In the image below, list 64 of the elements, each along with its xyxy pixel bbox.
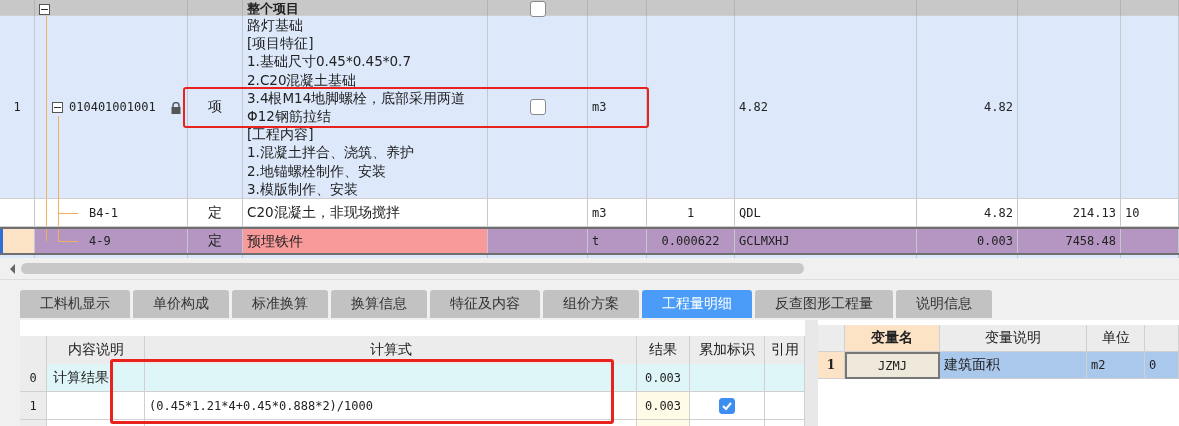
table-cell: 10 <box>1125 205 1140 220</box>
item-code: B4-1 <box>89 205 118 220</box>
row-header[interactable]: 1 <box>0 16 35 199</box>
column-header: 结果 <box>637 336 690 365</box>
unit-cell: m3 <box>592 100 607 114</box>
factor-cell: 1 <box>686 205 695 220</box>
column-header: 累加标识 <box>690 336 765 365</box>
item-description: C20混凝土，非现场搅拌 <box>247 203 400 222</box>
variable-name: JZMJ <box>845 352 940 379</box>
column-header: 变量说明 <box>940 325 1087 352</box>
column-header <box>1145 325 1179 352</box>
item-type: 定 <box>208 203 222 222</box>
column-header <box>20 336 47 365</box>
item-code: 4-9 <box>89 234 111 248</box>
price-cell: 214.13 <box>1072 205 1116 220</box>
column-header: 引用 <box>765 336 805 365</box>
content-description: 计算结果 <box>47 364 145 392</box>
formula-cell: (0.45*1.21*4+0.45*0.888*2)/1000 <box>145 392 637 420</box>
tab[interactable]: 标准换算 <box>232 290 328 318</box>
price-cell: 7458.48 <box>1065 234 1116 248</box>
scrollbar-thumb[interactable] <box>21 263 804 274</box>
column-header: 变量名 <box>845 325 940 352</box>
tab[interactable]: 特征及内容 <box>430 290 540 318</box>
unit-cell: m2 <box>1087 352 1145 379</box>
item-type: 定 <box>208 232 222 250</box>
tab[interactable]: 反查图形工程量 <box>755 290 893 318</box>
quantity-cell: 4.82 <box>984 205 1013 220</box>
result-cell: 0.003 <box>637 364 690 392</box>
tab[interactable]: 说明信息 <box>896 290 992 318</box>
unit-cell: t <box>592 234 600 248</box>
item-code: 010401001001 <box>69 99 157 116</box>
item-description: 预埋铁件 <box>247 231 303 251</box>
checkbox[interactable] <box>529 99 546 115</box>
variable-description: 建筑面积 <box>940 352 1087 379</box>
quantity-cell: 4.82 <box>984 100 1013 114</box>
unit-cell: m3 <box>592 205 607 220</box>
factor-cell: 0.000622 <box>661 234 720 248</box>
scroll-left-icon[interactable] <box>10 263 15 274</box>
tab[interactable]: 组价方案 <box>543 290 639 318</box>
result-cell: 0.003 <box>637 392 690 420</box>
quantity-cell: 0.003 <box>976 234 1013 248</box>
column-header: 内容说明 <box>47 336 145 365</box>
item-type: 项 <box>208 98 222 116</box>
tab[interactable]: 单价构成 <box>133 290 229 318</box>
row-number: 1 <box>20 392 47 420</box>
checkbox[interactable] <box>719 397 735 414</box>
expression-cell: 4.82 <box>739 100 768 114</box>
collapse-toggle[interactable] <box>39 3 50 15</box>
checkbox[interactable] <box>529 1 546 17</box>
tree-line <box>46 229 47 241</box>
expression-cell: QDL <box>739 205 761 220</box>
table-cell: 0 <box>1145 352 1179 379</box>
column-header <box>818 325 845 352</box>
tab[interactable]: 换算信息 <box>331 290 427 318</box>
item-description: 路灯基础 [项目特征] 1.基础尺寸0.45*0.45*0.7 2.C20混凝土基础 3.4根M14地脚螺栓，底部采用两道 Φ12钢筋拉结 [工程内容] 1.混凝土拌合、浇筑、养护 2.地锚螺栓制作、安装 3.模版制作、安装 <box>247 16 466 199</box>
row-number: 1 <box>818 352 845 379</box>
header-title: 整个项目 <box>247 0 299 18</box>
expression-cell: GCLMXHJ <box>739 234 790 248</box>
row-header[interactable] <box>0 229 35 253</box>
column-header: 单位 <box>1087 325 1145 352</box>
collapse-toggle[interactable] <box>52 101 63 113</box>
row-number: 0 <box>20 364 47 392</box>
tab[interactable]: 工料机显示 <box>20 290 130 318</box>
table-cell <box>765 364 805 392</box>
